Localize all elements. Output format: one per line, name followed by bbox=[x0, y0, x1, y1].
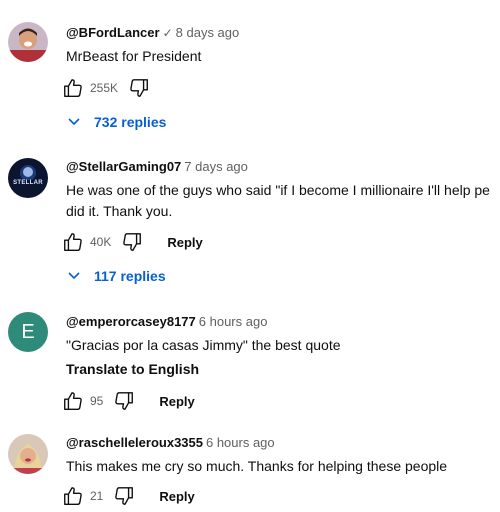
reply-button[interactable]: Reply bbox=[159, 489, 194, 504]
avatar-photo-icon bbox=[8, 434, 48, 474]
comment-meta: @raschelleleroux3355 6 hours ago bbox=[66, 435, 275, 450]
like-count: 21 bbox=[90, 489, 104, 503]
avatar[interactable] bbox=[8, 434, 48, 474]
comment-thread: @raschelleleroux3355 6 hours ago This mak… bbox=[0, 0, 500, 505]
comment-actions: 21 Reply bbox=[62, 484, 195, 508]
thumbs-down-icon[interactable] bbox=[113, 485, 135, 507]
comment-text: This makes me cry so much. Thanks for he… bbox=[66, 458, 448, 474]
comment-time[interactable]: 6 hours ago bbox=[206, 435, 275, 450]
thumbs-up-icon[interactable] bbox=[62, 485, 84, 507]
comment-author[interactable]: @raschelleleroux3355 bbox=[66, 435, 203, 450]
